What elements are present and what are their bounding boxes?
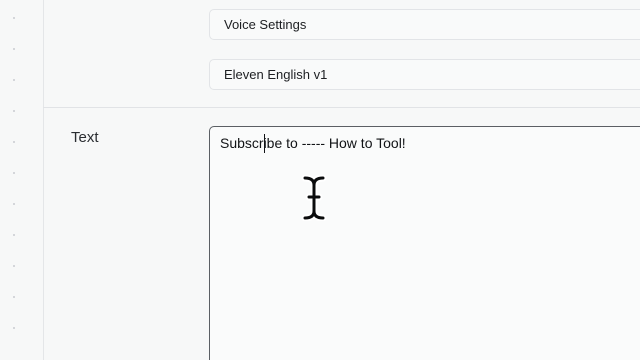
text-input[interactable]: Subscribe to ----- How to Tool!	[209, 126, 640, 360]
rail-dot	[13, 110, 15, 112]
i-beam-cursor-icon	[300, 174, 328, 226]
section-divider	[43, 107, 640, 108]
rail-dot	[13, 327, 15, 329]
text-input-value: Subscribe to ----- How to Tool!	[220, 135, 406, 151]
text-section-label: Text	[71, 129, 99, 146]
text-caret	[264, 134, 265, 153]
page: Voice Settings Eleven English v1 Text Su…	[0, 0, 640, 360]
rail-dot	[13, 234, 15, 236]
rail-dot	[13, 265, 15, 267]
rail-dot	[13, 17, 15, 19]
rail-dot	[13, 172, 15, 174]
rail-dot	[13, 296, 15, 298]
voice-settings-label: Voice Settings	[224, 17, 307, 32]
voice-settings-button[interactable]: Voice Settings	[209, 9, 640, 40]
model-select[interactable]: Eleven English v1	[209, 59, 640, 90]
model-select-value: Eleven English v1	[224, 67, 328, 82]
rail-dot	[13, 141, 15, 143]
rail-dot	[13, 203, 15, 205]
rail-dot	[13, 48, 15, 50]
left-rail	[0, 0, 44, 360]
rail-dot	[13, 79, 15, 81]
